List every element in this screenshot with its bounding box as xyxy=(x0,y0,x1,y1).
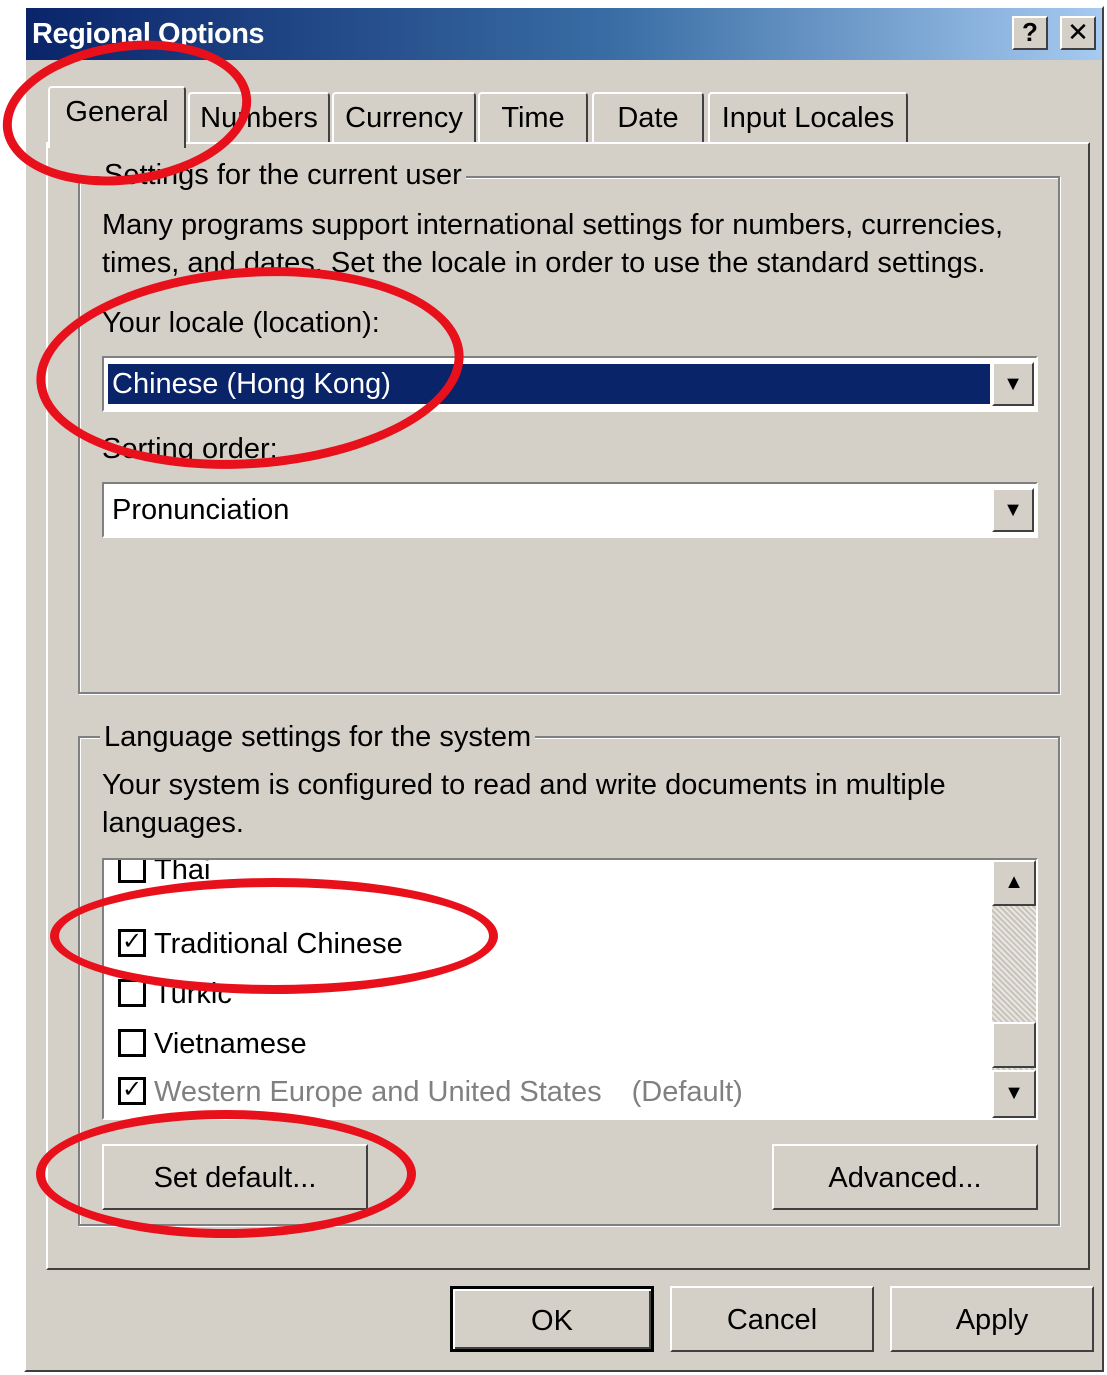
sorting-combobox[interactable]: Pronunciation ▼ xyxy=(102,482,1038,538)
locale-dropdown-button[interactable]: ▼ xyxy=(992,362,1034,406)
language-listbox[interactable]: Thai ✓ Traditional Chinese Turkic Vietnam… xyxy=(102,858,1038,1120)
sorting-dropdown-button[interactable]: ▼ xyxy=(992,488,1034,532)
list-item-label: Traditional Chinese xyxy=(154,928,403,960)
user-settings-description-1: Many programs support international sett… xyxy=(102,209,1004,241)
tab-input-locales[interactable]: Input Locales xyxy=(708,92,908,144)
cancel-button[interactable]: Cancel xyxy=(670,1286,874,1352)
sorting-value: Pronunciation xyxy=(112,494,290,526)
locale-combobox[interactable]: Chinese (Hong Kong) ▼ xyxy=(102,356,1038,412)
tab-numbers[interactable]: Numbers xyxy=(188,92,330,144)
locale-value: Chinese (Hong Kong) xyxy=(108,364,990,404)
chevron-down-icon: ▼ xyxy=(1004,1082,1024,1104)
sorting-label: Sorting order: xyxy=(102,433,278,465)
traditional-chinese-checkbox[interactable]: ✓ xyxy=(118,928,146,958)
tab-date[interactable]: Date xyxy=(592,92,704,144)
default-note: (Default) xyxy=(631,1076,743,1108)
tab-currency[interactable]: Currency xyxy=(332,92,476,144)
list-item[interactable]: Thai xyxy=(118,858,211,894)
language-scrollbar[interactable]: ▲ ▼ xyxy=(992,860,1036,1118)
chevron-up-icon: ▲ xyxy=(1004,871,1024,893)
list-item-label: Vietnamese xyxy=(154,1028,307,1060)
thai-checkbox[interactable] xyxy=(118,860,146,884)
western-europe-checkbox[interactable]: ✓ xyxy=(118,1076,146,1106)
list-item[interactable]: ✓ Western Europe and United States (Defaul… xyxy=(118,1068,743,1116)
tab-general[interactable]: General xyxy=(48,86,186,148)
user-settings-legend: Settings for the current user xyxy=(100,158,466,192)
tab-time[interactable]: Time xyxy=(478,92,588,144)
vietnamese-checkbox[interactable] xyxy=(118,1029,146,1058)
advanced-button[interactable]: Advanced... xyxy=(772,1144,1038,1210)
chevron-down-icon: ▼ xyxy=(1003,499,1023,521)
scroll-down-button[interactable]: ▼ xyxy=(992,1070,1036,1118)
list-item[interactable]: ✓ Traditional Chinese xyxy=(118,920,403,968)
system-settings-description-1: Your system is configured to read and wr… xyxy=(102,769,946,801)
list-item-label: Turkic xyxy=(154,978,232,1010)
system-settings-legend: Language settings for the system xyxy=(100,720,536,754)
help-button[interactable]: ? xyxy=(1012,16,1048,50)
list-item-label: Western Europe and United States xyxy=(154,1076,602,1108)
system-settings-description-2: languages. xyxy=(102,807,244,839)
checkmark-icon: ✓ xyxy=(121,1076,143,1104)
turkic-checkbox[interactable] xyxy=(118,979,146,1008)
scroll-up-button[interactable]: ▲ xyxy=(992,860,1036,906)
list-item[interactable]: Turkic xyxy=(118,970,232,1018)
chevron-down-icon: ▼ xyxy=(1003,373,1023,395)
ok-button[interactable]: OK xyxy=(450,1286,654,1352)
set-default-button[interactable]: Set default... xyxy=(102,1144,368,1210)
window-title: Regional Options xyxy=(32,18,265,50)
title-bar[interactable]: Regional Options ? ✕ xyxy=(26,8,1102,60)
locale-label: Your locale (location): xyxy=(102,307,380,339)
user-settings-description-2: times, and dates. Set the locale in orde… xyxy=(102,247,986,279)
regional-options-dialog: Regional Options ? ✕ General Numbers Cur… xyxy=(24,6,1104,1372)
apply-button[interactable]: Apply xyxy=(890,1286,1094,1352)
scroll-thumb[interactable] xyxy=(992,1022,1036,1068)
checkmark-icon: ✓ xyxy=(121,928,143,956)
list-item[interactable]: Vietnamese xyxy=(118,1020,307,1068)
list-item-label: Thai xyxy=(154,858,211,886)
close-button[interactable]: ✕ xyxy=(1060,16,1096,50)
